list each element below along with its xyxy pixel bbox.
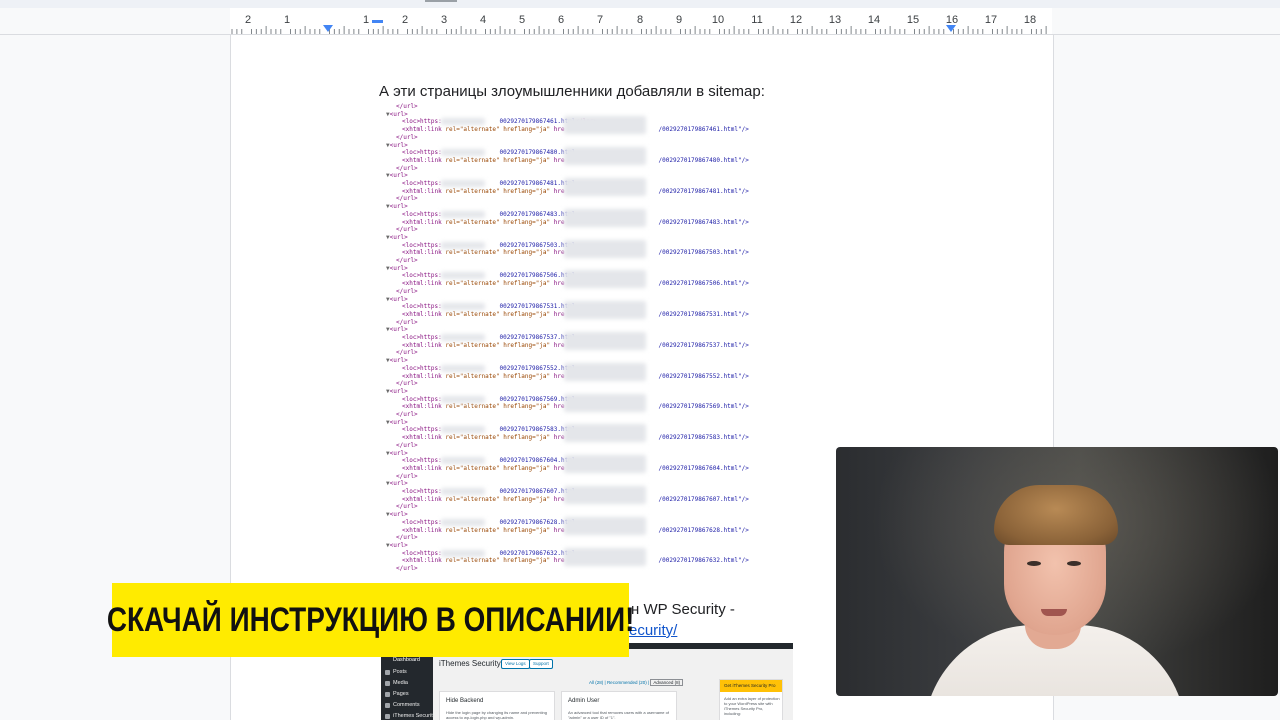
shield-icon — [385, 714, 390, 719]
ruler-number: 1 — [283, 14, 291, 26]
redacted-blur — [564, 301, 646, 320]
ruler[interactable]: 2 1 1 2 3 4 5 6 7 8 9 10 11 12 13 14 15 16 17 18 — [0, 8, 1280, 35]
wp-menu-posts: Posts — [393, 669, 407, 675]
presenter-webcam — [836, 447, 1278, 696]
ruler-number: 5 — [518, 14, 526, 26]
redacted-blur — [564, 547, 646, 566]
ruler-number: 14 — [867, 14, 881, 26]
download-banner: СКАЧАЙ ИНСТРУКЦИЮ В ОПИСАНИИ! — [107, 583, 634, 657]
redacted-blur — [564, 239, 646, 258]
card-title: Hide Backend — [446, 698, 484, 704]
ruler-number: 12 — [789, 14, 803, 26]
ruler-number: 18 — [1023, 14, 1037, 26]
redacted-blur — [564, 270, 646, 289]
scroll-marker — [425, 0, 457, 2]
redacted-blur — [441, 488, 485, 495]
view-logs-button: View Logs — [501, 659, 530, 669]
redacted-blur — [441, 395, 485, 403]
wp-menu-pages: Pages — [393, 691, 409, 697]
ruler-number: 8 — [636, 14, 644, 26]
redacted-blur — [441, 210, 485, 218]
ruler-number: 15 — [906, 14, 920, 26]
ruler-number: 2 — [401, 14, 409, 26]
filter-advanced: Advanced (8) — [650, 679, 684, 686]
wp-card-hide-backend: Hide Backend Hide the login page by chan… — [439, 691, 555, 720]
redacted-blur — [441, 118, 485, 126]
wp-menu-dashboard: Dashboard — [393, 657, 420, 663]
redacted-blur — [441, 149, 485, 157]
media-icon — [385, 681, 390, 686]
redacted-blur — [564, 424, 646, 443]
redacted-blur — [564, 486, 646, 504]
redacted-blur — [441, 180, 485, 187]
wp-card-admin-user: Admin User An advanced tool that removes… — [561, 691, 677, 720]
left-indent-marker[interactable] — [323, 25, 333, 32]
redacted-blur — [564, 147, 646, 166]
ruler-number: 1 — [362, 14, 370, 26]
wp-menu-comments: Comments — [393, 702, 420, 708]
redacted-blur — [564, 332, 646, 350]
first-line-indent-marker[interactable] — [372, 20, 383, 23]
redacted-blur — [564, 116, 646, 135]
redacted-blur — [441, 303, 485, 311]
sitemap-code-image[interactable]: </url> ▼<url> <loc>https: 0029270179867461… — [386, 103, 816, 579]
redacted-blur — [441, 272, 485, 280]
ruler-number: 2 — [244, 14, 252, 26]
redacted-blur — [564, 208, 646, 227]
redacted-blur — [441, 241, 485, 249]
redacted-blur — [441, 426, 485, 434]
filter-all: All (28) — [589, 680, 604, 685]
ruler-number: 3 — [440, 14, 448, 26]
card-desc: Hide the login page by changing its name… — [446, 710, 547, 720]
ruler-number: 13 — [828, 14, 842, 26]
redacted-blur — [441, 364, 485, 372]
top-bar — [0, 0, 1280, 8]
ruler-number: 10 — [711, 14, 725, 26]
card-title: Admin User — [568, 698, 600, 704]
redacted-blur — [441, 334, 485, 341]
ruler-number: 7 — [596, 14, 604, 26]
wp-admin-sidebar: Dashboard Posts Media Pages Comments iTh… — [381, 649, 436, 720]
ruler-number: 17 — [984, 14, 998, 26]
card-desc: An advanced tool that removes users with… — [568, 710, 669, 720]
redacted-blur — [564, 362, 646, 381]
ruler-number: 11 — [751, 14, 763, 26]
presenter-hair — [994, 485, 1118, 545]
posts-icon — [385, 670, 390, 675]
wp-menu-ithemes: iThemes Security — [393, 713, 436, 719]
pages-icon — [385, 692, 390, 697]
pro-desc: Add an extra layer of protection to your… — [724, 696, 780, 716]
redacted-blur — [441, 549, 485, 557]
right-indent-marker[interactable] — [946, 25, 956, 32]
redacted-blur — [564, 178, 646, 196]
ruler-number: 9 — [675, 14, 683, 26]
ruler-number: 4 — [479, 14, 487, 26]
wp-filters: All (28) | Recommended (20) | Advanced (… — [589, 679, 684, 686]
redacted-blur — [441, 518, 485, 526]
redacted-blur — [564, 455, 646, 474]
code-line: </url> — [396, 565, 418, 572]
filter-recommended: Recommended (20) — [606, 680, 647, 685]
pro-title: Get iThemes Security Pro — [724, 683, 776, 688]
ruler-number: 6 — [557, 14, 565, 26]
wp-page-title: iThemes Security — [439, 659, 501, 668]
redacted-blur — [564, 393, 646, 412]
redacted-blur — [441, 457, 485, 465]
wp-pro-promo: Get iThemes Security Pro Add an extra la… — [719, 679, 783, 720]
comments-icon — [385, 703, 390, 708]
paragraph-heading: А эти страницы злоумышленники добавляли … — [379, 83, 765, 100]
wp-menu-media: Media — [393, 680, 408, 686]
support-button: Support — [529, 659, 553, 669]
redacted-blur — [564, 516, 646, 535]
security-paragraph: н WP Security - — [631, 601, 735, 618]
security-link[interactable]: ecurity/ — [629, 622, 677, 639]
banner-text: СКАЧАЙ ИНСТРУКЦИЮ В ОПИСАНИИ! — [106, 600, 635, 639]
